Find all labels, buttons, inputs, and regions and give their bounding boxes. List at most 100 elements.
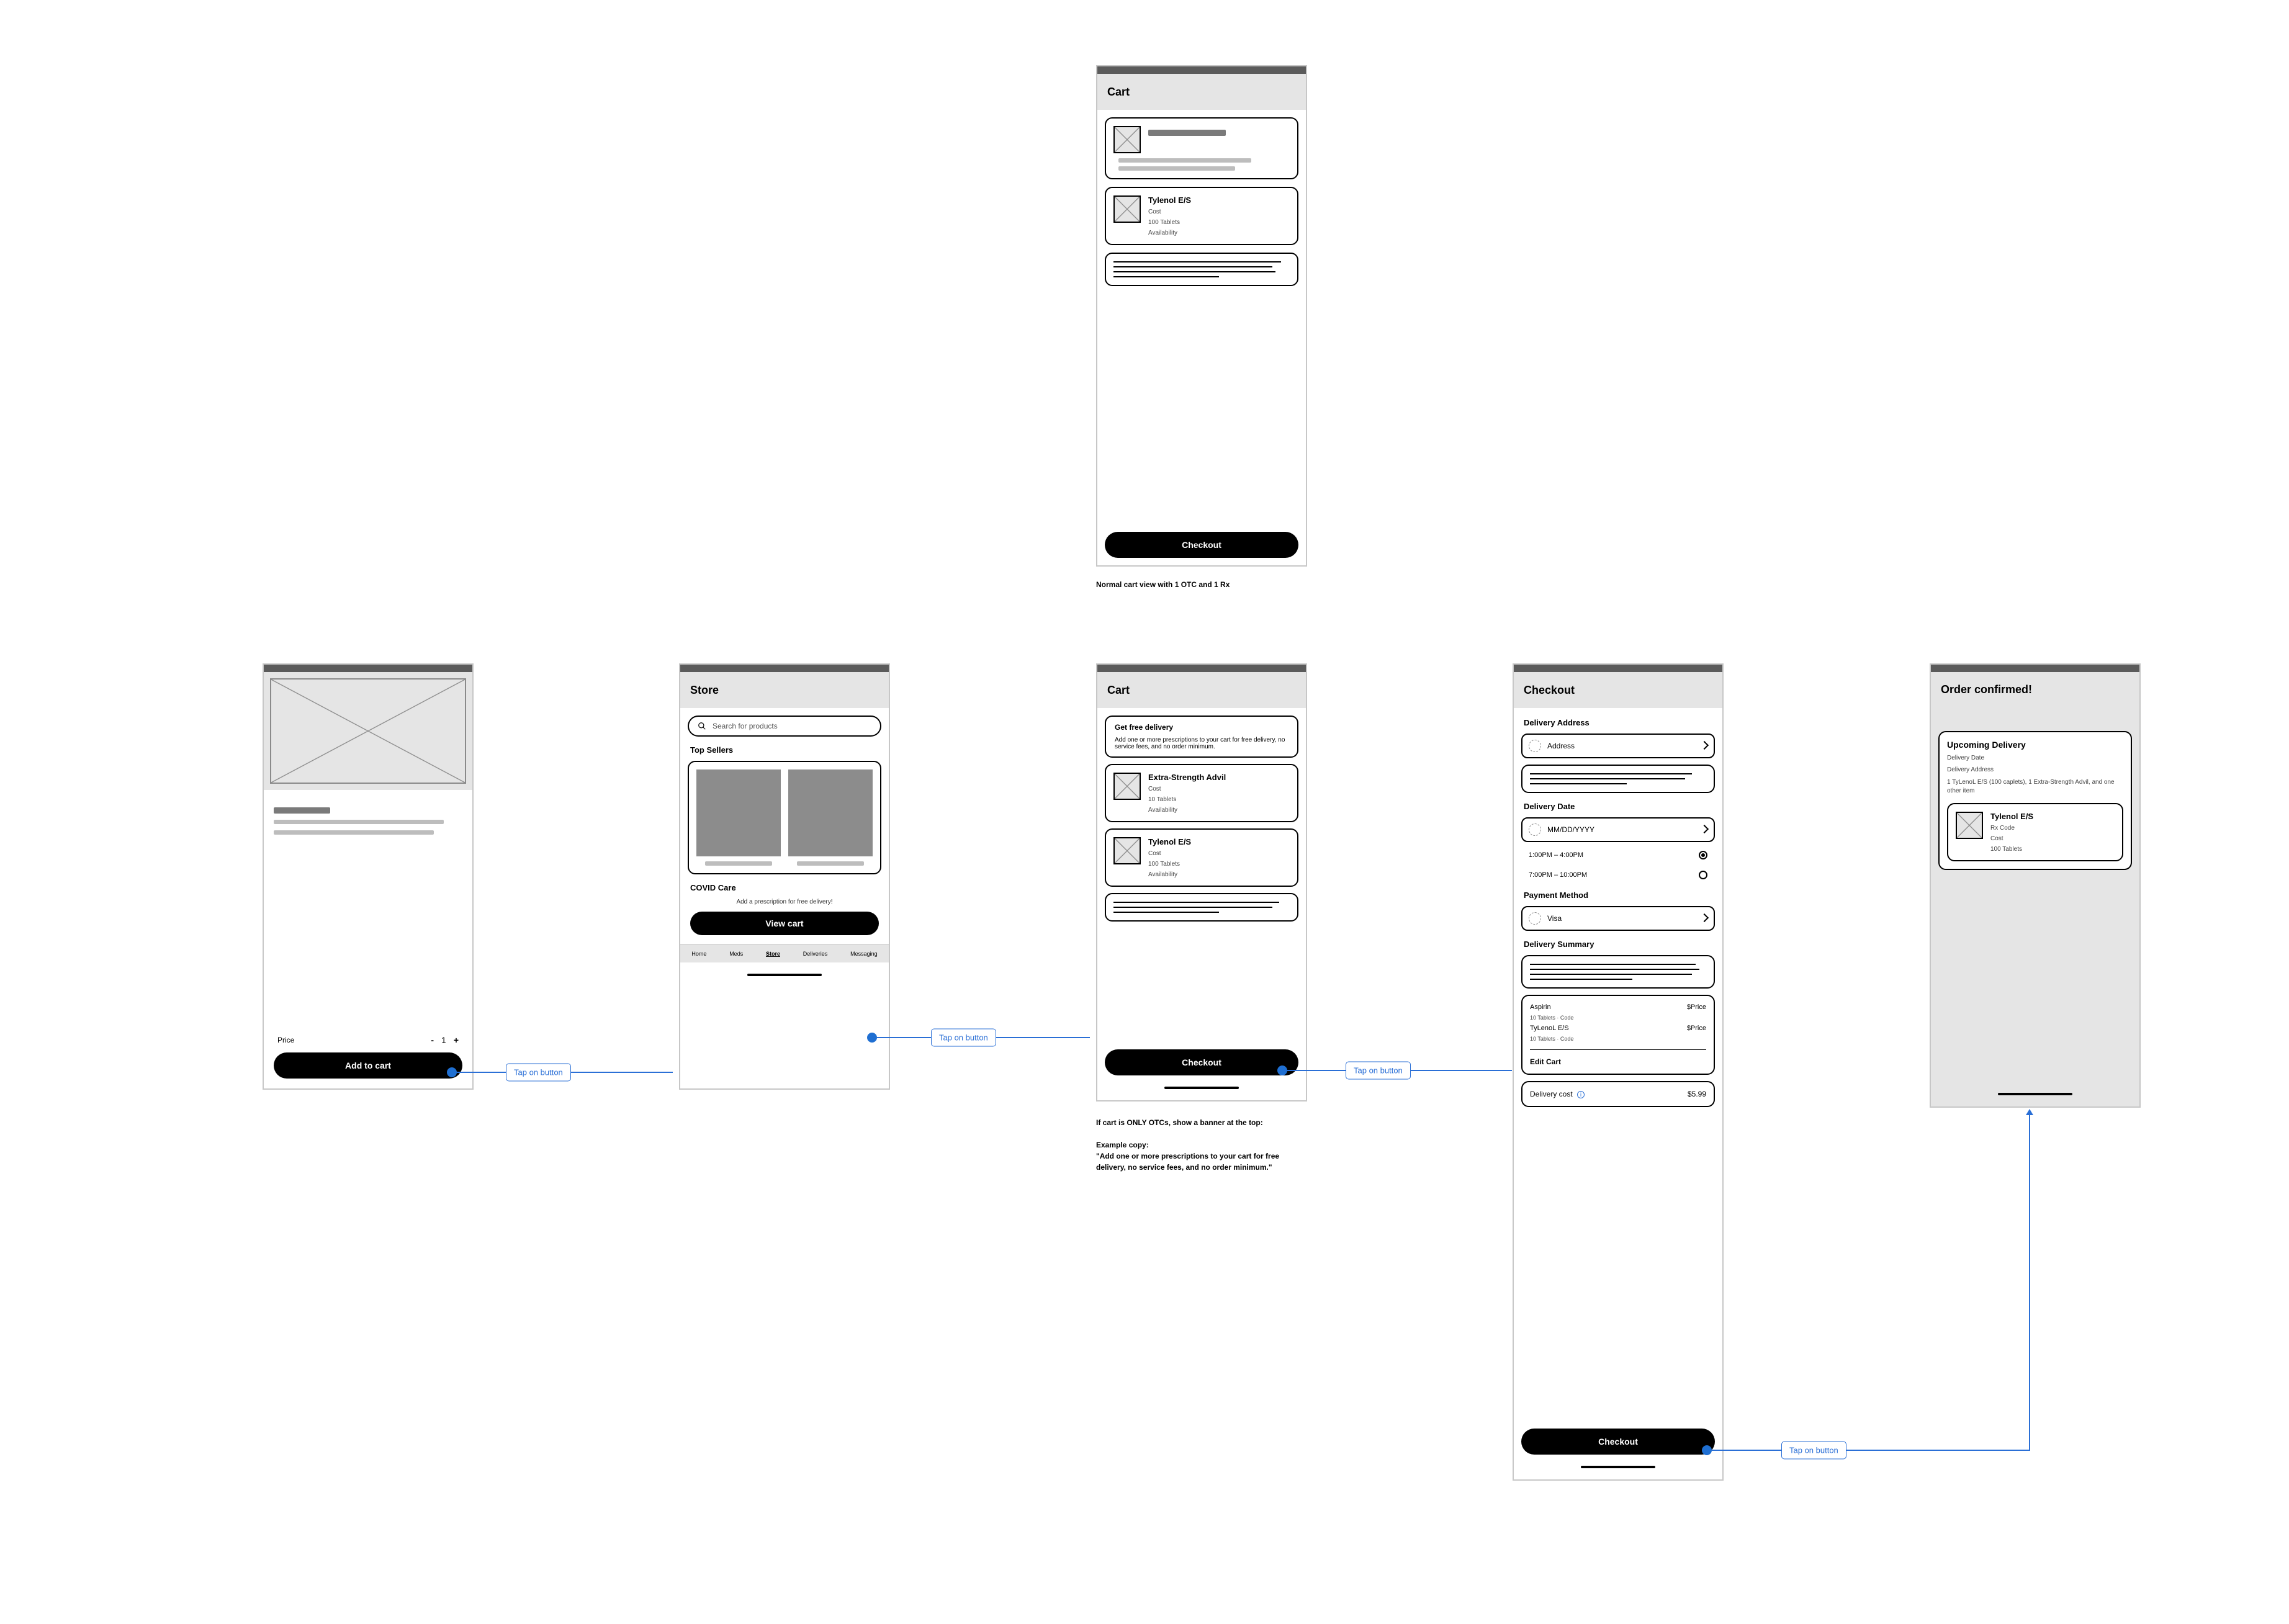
item-cost: Cost [1990, 835, 2115, 842]
search-input[interactable]: Search for products [688, 716, 881, 737]
app-bar: Store [680, 672, 889, 708]
product-thumb-placeholder [1113, 195, 1141, 223]
flow-label: Tap on button [506, 1064, 571, 1082]
screen-product-detail: Price - 1 + Add to cart [263, 663, 474, 1090]
minus-icon[interactable]: - [431, 1035, 434, 1045]
product-card[interactable] [788, 769, 873, 866]
quantity-stepper[interactable]: - 1 + [431, 1035, 459, 1045]
item-cost: Cost [1148, 209, 1290, 215]
add-to-cart-label: Add to cart [345, 1061, 391, 1070]
cart-item-tylenol[interactable]: Tylenol E/S Cost 100 Tablets Availabilit… [1105, 187, 1298, 245]
tab-deliveries[interactable]: Deliveries [803, 951, 828, 957]
checkout-label: Checkout [1598, 1437, 1638, 1447]
status-bar [264, 665, 472, 672]
tab-messaging[interactable]: Messaging [850, 951, 878, 957]
tab-home[interactable]: Home [691, 951, 706, 957]
banner-title: Get free delivery [1115, 723, 1288, 732]
checkout-button[interactable]: Checkout [1521, 1429, 1715, 1455]
checkout-button[interactable]: Checkout [1105, 532, 1298, 558]
search-icon [698, 722, 706, 730]
flow-connector [1712, 1450, 2030, 1451]
item-sub: 10 Tablets · Code [1530, 1036, 1706, 1042]
item-name: Tylenol E/S [1148, 195, 1290, 205]
cart-summary-placeholder [1105, 893, 1298, 922]
screen-body: Get free delivery Add one or more prescr… [1097, 708, 1306, 1100]
checkout-label: Checkout [1182, 540, 1221, 550]
screen-checkout: Checkout Delivery Address Address Delive… [1513, 663, 1724, 1481]
item-name: Aspirin [1530, 1003, 1551, 1011]
free-delivery-banner: Get free delivery Add one or more prescr… [1105, 716, 1298, 758]
price-label: Price [277, 1036, 294, 1044]
tab-meds[interactable]: Meds [729, 951, 743, 957]
product-name-placeholder [274, 807, 330, 814]
section-delivery-date: Delivery Date [1524, 802, 1712, 811]
section-delivery-summary: Delivery Summary [1524, 940, 1712, 949]
banner-subtitle: Add one or more prescriptions to your ca… [1115, 737, 1288, 750]
payment-field[interactable]: Visa [1521, 906, 1715, 931]
section-payment-method: Payment Method [1524, 891, 1712, 900]
flow-arrow-icon [2026, 1109, 2033, 1115]
item-rxcode: Rx Code [1990, 825, 2115, 832]
confirm-rx-item: Tylenol E/S Rx Code Cost 100 Tablets [1947, 803, 2123, 861]
line-item: Aspirin $Price [1530, 1003, 1706, 1011]
product-hero-image-placeholder [270, 678, 466, 784]
address-field[interactable]: Address [1521, 733, 1715, 758]
info-icon[interactable]: i [1577, 1091, 1585, 1098]
add-to-cart-button[interactable]: Add to cart [274, 1052, 462, 1079]
status-bar [1097, 665, 1306, 672]
item-price: $Price [1687, 1025, 1706, 1032]
address-icon [1529, 740, 1541, 752]
screen-body: Price - 1 + Add to cart [264, 672, 472, 1088]
product-card[interactable] [696, 769, 781, 866]
app-bar: Cart [1097, 672, 1306, 708]
caption-cart-otc: If cart is ONLY OTCs, show a banner at t… [1096, 1117, 1307, 1173]
item-name: Tylenol E/S [1148, 837, 1290, 846]
home-indicator [1581, 1466, 1655, 1468]
status-bar [1097, 66, 1306, 74]
screen-cart-main: Cart Get free delivery Add one or more p… [1096, 663, 1307, 1101]
status-bar [1931, 665, 2139, 672]
app-bar: Order confirmed! [1931, 672, 2139, 702]
time-slot-1[interactable]: 1:00PM – 4:00PM [1521, 848, 1715, 862]
home-indicator [747, 974, 822, 976]
delivery-cost-label: Delivery cost i [1530, 1090, 1585, 1098]
chevron-right-icon [1701, 825, 1707, 834]
date-value: MM/DD/YYYY [1547, 825, 1594, 834]
plus-icon[interactable]: + [454, 1035, 459, 1045]
date-field[interactable]: MM/DD/YYYY [1521, 817, 1715, 842]
item-name: TyLenoL E/S [1530, 1025, 1569, 1032]
rx-free-delivery-note: Add a prescription for free delivery! [688, 899, 881, 905]
cart-item-tylenol[interactable]: Tylenol E/S Cost 100 Tablets Availabilit… [1105, 828, 1298, 887]
cart-item-advil[interactable]: Extra-Strength Advil Cost 10 Tablets Ava… [1105, 764, 1298, 822]
upcoming-title: Upcoming Delivery [1947, 740, 2123, 750]
address-value: Address [1547, 742, 1575, 750]
delivery-cost-value: $5.99 [1688, 1090, 1706, 1098]
radio-checked-icon[interactable] [1699, 851, 1707, 859]
cart-item-generic[interactable] [1105, 117, 1298, 179]
delivery-address-label: Delivery Address [1947, 766, 2123, 773]
card-icon [1529, 912, 1541, 925]
product-desc-line [274, 830, 434, 835]
interaction-marker [447, 1067, 457, 1077]
item-price: $Price [1687, 1003, 1706, 1011]
status-bar [1514, 665, 1722, 672]
payment-value: Visa [1547, 914, 1562, 923]
app-bar: Cart [1097, 74, 1306, 110]
radio-unchecked-icon[interactable] [1699, 871, 1707, 879]
checkout-button[interactable]: Checkout [1105, 1049, 1298, 1075]
item-qty: 100 Tablets [1990, 846, 2115, 853]
item-availability: Availability [1148, 230, 1290, 236]
view-cart-button[interactable]: View cart [690, 912, 879, 935]
product-thumb-placeholder [1113, 837, 1141, 864]
page-title: Checkout [1524, 684, 1575, 697]
item-cost: Cost [1148, 786, 1290, 792]
tab-store[interactable]: Store [766, 951, 780, 957]
page-title: Order confirmed! [1941, 683, 2129, 696]
time-slot-2[interactable]: 7:00PM – 10:00PM [1521, 868, 1715, 882]
delivery-cost-row: Delivery cost i $5.99 [1521, 1081, 1715, 1107]
chevron-right-icon [1701, 914, 1707, 923]
screen-body: Tylenol E/S Cost 100 Tablets Availabilit… [1097, 110, 1306, 565]
edit-cart-link[interactable]: Edit Cart [1530, 1057, 1706, 1066]
home-indicator [1164, 1087, 1239, 1089]
interaction-marker [1277, 1065, 1287, 1075]
